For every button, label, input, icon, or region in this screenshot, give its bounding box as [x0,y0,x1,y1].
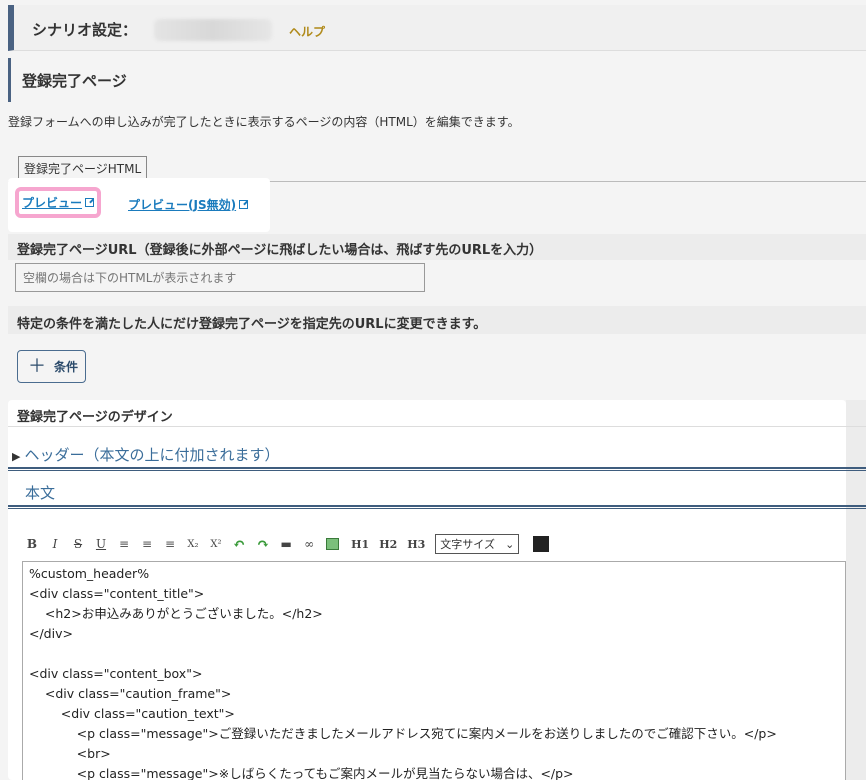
code-line: %custom_header% [29,566,150,581]
code-line: <h2>お申込みありがとうございました。</h2> [29,606,323,621]
preview-link-label: プレビュー [22,196,83,210]
scenario-header: シナリオ設定： ヘルプ [8,5,866,51]
code-line: <div class="content_box"> [29,666,203,681]
design-title-divider [8,426,866,427]
code-line: <br> [29,746,111,761]
bold-button[interactable]: B [26,537,38,551]
font-size-select[interactable]: 文字サイズ ⌄ [435,534,520,554]
redo-icon[interactable]: ↷ [257,535,270,553]
preview-js-disabled-label: プレビュー(JS無効) [128,198,237,212]
text-color-icon[interactable] [533,536,550,552]
align-center-icon[interactable]: ≡ [141,537,153,551]
help-link[interactable]: ヘルプ [289,23,325,40]
external-link-icon [85,198,95,207]
superscript-button[interactable]: X² [210,539,222,550]
add-condition-label: 条件 [54,360,79,374]
code-line: <div class="caution_frame"> [29,686,232,701]
completion-url-input[interactable] [15,263,425,292]
editor-toolbar: B I S U ≡ ≡ ≡ X₂ X² ↶ ↷ ▬ ∞ H1 H2 H3 文字サ… [26,533,550,555]
italic-button[interactable]: I [49,537,61,551]
preview-js-disabled-link[interactable]: プレビュー(JS無効) [128,196,249,213]
preview-link[interactable]: プレビュー [15,187,102,218]
code-line: <p class="message">ご登録いただきましたメールアドレス宛てに案… [29,726,777,741]
subscript-button[interactable]: X₂ [187,539,199,550]
section-heading: 登録完了ページ [8,58,866,102]
heading3-button[interactable]: H3 [407,538,425,551]
align-right-icon[interactable]: ≡ [164,537,176,551]
link-icon[interactable]: ∞ [303,537,315,551]
add-condition-button[interactable]: ＋ 条件 [17,350,86,383]
image-icon[interactable] [326,538,340,550]
chevron-down-icon: ⌄ [505,537,515,551]
code-line: <div class="content_title"> [29,586,205,601]
condition-label: 特定の条件を満たした人にだけ登録完了ページを指定先のURLに変更できます。 [17,317,487,332]
header-divider [8,467,866,471]
code-line: </div> [29,626,73,641]
code-line: <div class="caution_text"> [29,706,235,721]
horizontal-rule-icon[interactable]: ▬ [280,537,292,551]
undo-icon[interactable]: ↶ [233,535,246,553]
heading2-button[interactable]: H2 [379,538,397,551]
section-title: 登録完了ページ [22,72,127,90]
plus-icon: ＋ [28,355,46,377]
body-section-label: 本文 [25,484,56,502]
design-title: 登録完了ページのデザイン [17,410,173,425]
design-right-margin [846,400,866,780]
align-left-icon[interactable]: ≡ [118,537,130,551]
body-divider [8,505,866,509]
scenario-name-redacted [154,19,272,41]
html-code-editor[interactable]: %custom_header% <div class="content_title… [22,561,846,780]
expand-triangle-icon: ▶ [12,450,21,463]
header-toggle-label: ヘッダー（本文の上に付加されます） [24,446,280,464]
strikethrough-button[interactable]: S [72,537,84,551]
heading1-button[interactable]: H1 [351,538,369,551]
header-section-toggle[interactable]: ▶ ヘッダー（本文の上に付加されます） [12,444,279,465]
scenario-title: シナリオ設定： [32,21,138,39]
underline-button[interactable]: U [95,537,107,551]
section-description: 登録フォームへの申し込みが完了したときに表示するページの内容（HTML）を編集で… [8,115,520,129]
url-label: 登録完了ページURL（登録後に外部ページに飛ばしたい場合は、飛ばす先のURLを入… [17,243,543,258]
code-line: <p class="message">※しばらくたってもご案内メールが見当たらな… [29,766,574,780]
preview-links-panel: プレビュー プレビュー(JS無効) [8,178,270,232]
external-link-icon [239,200,249,209]
font-size-select-label: 文字サイズ [440,538,495,551]
